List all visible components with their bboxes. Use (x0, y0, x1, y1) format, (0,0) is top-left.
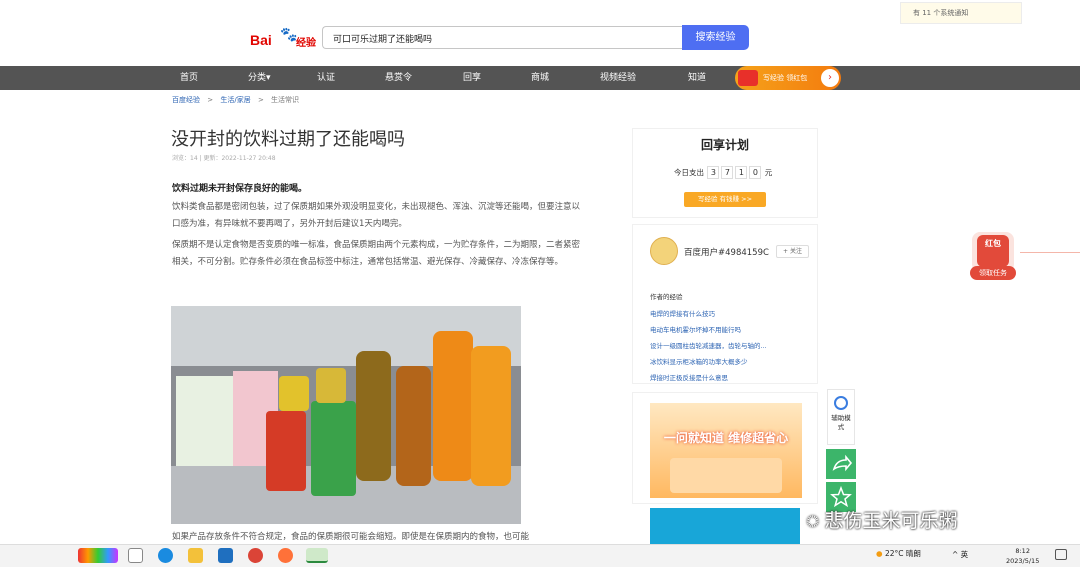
main-nav: 首页 分类▾ 认证 悬赏令 回享 商城 视频经验 知道 (0, 66, 1080, 90)
task-view-icon[interactable] (128, 548, 143, 563)
wechat-watermark: ✺ 悲伤玉米可乐粥 (806, 506, 958, 533)
clock-date: 2023/5/15 (1006, 557, 1040, 565)
red-packet-widget[interactable]: 红包 领取任务 (966, 230, 1020, 286)
article-paragraph-2: 保质期不是认定食物是否变质的唯一标准，食品保质期由两个元素构成，一为贮存条件，二… (172, 240, 581, 267)
spend-digit: 7 (721, 166, 734, 179)
nav-mall[interactable]: 商城 (531, 66, 549, 90)
notification-icon[interactable] (1055, 549, 1067, 560)
author-experience-title: 作者的经验 (650, 293, 683, 301)
promo-label: 写经验 领红包 (763, 74, 808, 82)
crumb-common: 生活常识 (271, 96, 300, 104)
watermark-text: 悲伤玉米可乐粥 (824, 510, 958, 532)
article-paragraph-1: 饮料类食品都是密闭包装，过了保质期如果外观没明显变化，未出现褪色、浑浊、沉淀等还… (172, 202, 581, 229)
spend-digit: 3 (707, 166, 720, 179)
nav-certify[interactable]: 认证 (317, 66, 335, 90)
search-button[interactable]: 搜索经验 (682, 25, 749, 50)
search-input[interactable]: 可口可乐过期了还能喝吗 (322, 26, 682, 49)
sun-icon: ● (876, 549, 885, 558)
spend-unit: 元 (764, 168, 773, 177)
handprint-icon[interactable] (78, 548, 118, 563)
baidu-jingyan-logo[interactable]: Bai 🐾 经验 (250, 27, 320, 53)
crumb-sep: > (207, 96, 214, 104)
browser-active-icon[interactable] (306, 548, 328, 563)
arrow-right-icon: › (821, 69, 839, 87)
nav-category[interactable]: 分类▾ (248, 66, 271, 90)
logo-jingyan: 经验 (296, 38, 316, 49)
assist-label: 辅助模式 (831, 414, 851, 431)
ad-banner-image[interactable]: 一问就知道 维修超省心 (650, 403, 802, 498)
file-explorer-icon[interactable] (188, 548, 203, 563)
avatar[interactable] (650, 237, 678, 265)
logo-bai: Bai (250, 32, 272, 48)
page-title: 没开封的饮料过期了还能喝吗 (171, 129, 405, 150)
huixiang-title: 回享计划 (700, 138, 749, 152)
ad-banner-2[interactable] (650, 508, 800, 544)
mail-icon[interactable] (218, 548, 233, 563)
author-link[interactable]: 电动车电机霍尔坏掉不用能行吗 (650, 324, 741, 334)
crumb-life[interactable]: 生活/家居 (220, 96, 250, 104)
drinks-photo (171, 306, 521, 524)
nav-video[interactable]: 视频经验 (600, 66, 636, 90)
clock[interactable]: 8:12 2023/5/15 (1006, 546, 1039, 566)
chrome-icon[interactable] (248, 548, 263, 563)
system-notice[interactable]: 有 11 个系统通知 (900, 2, 1022, 24)
article-meta: 浏览：14 | 更新：2022-11-27 20:48 (172, 155, 276, 162)
spend-label: 今日支出 (674, 168, 704, 177)
spend-counter: 今日支出 3710 元 (674, 166, 772, 179)
search-query: 可口可乐过期了还能喝吗 (333, 35, 433, 45)
write-experience-button[interactable]: 写经验 有钱赚 >> (684, 192, 766, 207)
breadcrumb: 百度经验 > 生活/家居 > 生活常识 (172, 95, 304, 105)
browser-page: 有 11 个系统通知 Bai 🐾 经验 可口可乐过期了还能喝吗 搜索经验 首页 … (0, 0, 1080, 567)
divider (1020, 252, 1080, 253)
red-packet-task: 领取任务 (979, 269, 1007, 277)
article-paragraph-3: 如果产品存放条件不符合规定，食品的保质期很可能会缩短。即使是在保质期内的食物，也… (172, 532, 530, 542)
author-link[interactable]: 设计一级圆柱齿轮减速器，齿轮与轴的... (650, 340, 767, 350)
author-link[interactable]: 冰饮料显示柜冰箱的功率大概多少 (650, 356, 748, 366)
weather-text: 22°C 晴朗 (884, 549, 921, 558)
nav-share[interactable]: 回享 (463, 66, 481, 90)
follow-button[interactable]: + 关注 (776, 245, 809, 258)
author-link[interactable]: 焊接时正极反接是什么意思 (650, 372, 728, 382)
nav-home[interactable]: 首页 (180, 66, 198, 90)
spend-digit: 0 (749, 166, 762, 179)
baidu-paw-icon: 🐾 (280, 27, 298, 43)
share-button[interactable] (826, 449, 856, 479)
wechat-icon: ✺ (806, 512, 825, 531)
assist-icon (834, 396, 848, 410)
crumb-sep: > (257, 96, 264, 104)
crumb-home[interactable]: 百度经验 (172, 96, 200, 104)
system-tray[interactable]: ^ 英 (952, 549, 968, 560)
assist-mode-button[interactable]: 辅助模式 (827, 389, 855, 445)
ad-headline: 一问就知道 维修超省心 (663, 431, 789, 445)
nav-bounty[interactable]: 悬赏令 (385, 66, 412, 90)
red-packet-title: 红包 (985, 239, 1001, 248)
weather-widget[interactable]: ● 22°C 晴朗 (876, 548, 921, 559)
edge-icon[interactable] (158, 548, 173, 563)
author-username[interactable]: 百度用户#4984159C (684, 246, 769, 258)
article-intro: 饮料过期未开封保存良好的能喝。 (172, 184, 308, 194)
share-icon (832, 454, 853, 472)
red-envelope-icon (738, 70, 758, 86)
spend-digit: 1 (735, 166, 748, 179)
nav-zhidao[interactable]: 知道 (688, 66, 706, 90)
firefox-icon[interactable] (278, 548, 293, 563)
clock-time: 8:12 (1015, 547, 1030, 555)
notice-text: 有 11 个系统通知 (913, 9, 969, 17)
author-link[interactable]: 电焊的焊接有什么技巧 (650, 308, 715, 318)
